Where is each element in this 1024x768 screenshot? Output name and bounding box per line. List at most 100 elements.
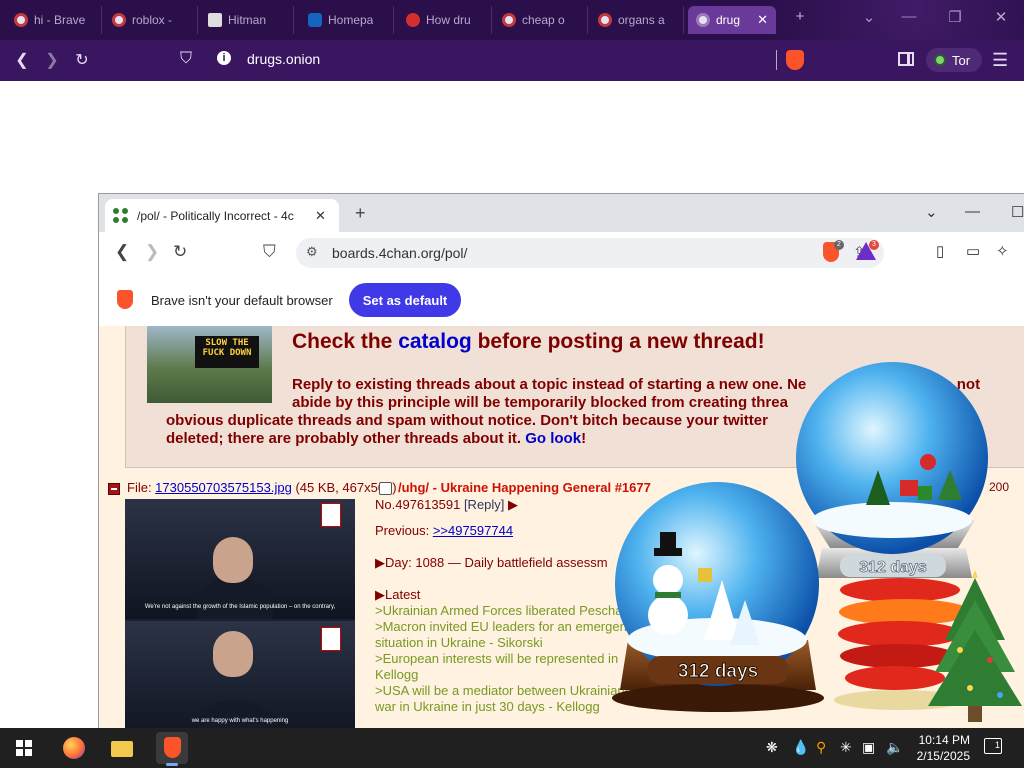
tab-label: drug: [716, 13, 741, 27]
post-thumbnail[interactable]: We're not against the growth of the Isla…: [125, 499, 355, 734]
volume-icon[interactable]: 🔈: [886, 739, 903, 756]
back-icon[interactable]: ❮: [115, 242, 129, 262]
tab-label: /pol/ - Politically Incorrect - 4c: [137, 208, 294, 223]
outer-tab-6[interactable]: cheap o: [494, 6, 588, 34]
brave-taskbar-icon[interactable]: [156, 732, 188, 766]
tor-onion-icon: [502, 13, 516, 27]
minimize-icon[interactable]: —: [897, 8, 921, 25]
close-tab-icon[interactable]: ✕: [757, 12, 768, 28]
reload-icon[interactable]: ↻: [71, 50, 93, 70]
c-logo-icon: [308, 13, 322, 27]
tab-label: cheap o: [522, 13, 565, 27]
tab-label: Hitman: [228, 13, 267, 27]
apple-icon: [406, 13, 420, 27]
post-date-fragment: 200: [989, 480, 1010, 494]
inner-tab-strip: /pol/ - Politically Incorrect - 4c ✕ + ⌄…: [99, 194, 1024, 232]
back-icon[interactable]: ❮: [11, 50, 33, 70]
leo-ai-icon[interactable]: ✧: [996, 242, 1009, 260]
go-look-link[interactable]: Go look: [525, 430, 581, 447]
tray-snowflake-icon[interactable]: ✳: [840, 739, 852, 756]
greentext-line: >Macron invited EU leaders for an emerge…: [375, 619, 627, 634]
inner-browser-window: /pol/ - Politically Incorrect - 4c ✕ + ⌄…: [98, 193, 1024, 735]
outer-tab-5[interactable]: How dru: [398, 6, 492, 34]
tor-icon: [934, 54, 946, 66]
restore-icon[interactable]: ❐: [943, 8, 967, 26]
sidebar-toggle-icon[interactable]: [898, 52, 914, 66]
notification-center-icon[interactable]: 1: [984, 738, 1002, 754]
outer-toolbar: ❮ ❯ ↻ ⛉: [0, 40, 1024, 81]
tor-label: Tor: [952, 52, 971, 68]
video-caption: we are happy with what's happening: [191, 718, 289, 724]
minimize-icon[interactable]: —: [965, 203, 980, 220]
clover-icon: [113, 207, 129, 224]
latest-heading: ▶Latest: [375, 587, 421, 602]
post-menu-arrow-icon[interactable]: ▶: [508, 497, 518, 512]
url-text: boards.4chan.org/pol/: [332, 245, 468, 261]
file-explorer-taskbar-icon[interactable]: [106, 732, 138, 764]
tab-label: roblox -: [132, 13, 173, 27]
hitman-icon: [208, 13, 222, 27]
tab-search-chevron-icon[interactable]: ⌄: [925, 203, 938, 221]
greentext-line: Kellogg: [375, 667, 419, 682]
board-notice: SLOW THE FUCK DOWN Check the catalog bef…: [125, 326, 1024, 468]
address-bar[interactable]: ⚙ boards.4chan.org/pol/ ⇪: [296, 238, 884, 268]
outer-tab-1[interactable]: hi - Brave: [6, 6, 102, 34]
maximize-icon[interactable]: ☐: [1011, 203, 1024, 221]
address-bar[interactable]: drugs.onion: [247, 51, 320, 67]
firefox-taskbar-icon[interactable]: [58, 732, 90, 764]
forward-icon[interactable]: ❯: [145, 242, 159, 262]
tab-label: organs a: [618, 13, 665, 27]
set-as-default-button[interactable]: Set as default: [349, 283, 461, 317]
thread-op: File: 1730550703575153.jpg (45 KB, 467x5…: [99, 473, 1024, 734]
outer-tab-strip: hi - Brave roblox - Hitman Homepa How dr…: [0, 0, 1024, 40]
tab-label: How dru: [426, 13, 471, 27]
outer-tab-7[interactable]: organs a: [590, 6, 684, 34]
file-link[interactable]: 1730550703575153.jpg: [155, 480, 292, 495]
rewards-badge: 3: [869, 240, 879, 250]
tab-search-chevron-icon[interactable]: ⌄: [857, 8, 881, 26]
post-checkbox[interactable]: [379, 482, 392, 495]
greentext-line: >USA will be a mediator between Ukrainia…: [375, 683, 657, 698]
tab-label: Homepa: [328, 13, 374, 27]
close-tab-icon[interactable]: ✕: [315, 208, 326, 224]
bookmark-icon[interactable]: ⛉: [263, 242, 276, 262]
tor-button[interactable]: Tor: [926, 48, 982, 72]
windows-start-icon[interactable]: [16, 740, 32, 756]
greentext-line: >Ukrainian Armed Forces liberated Pescha: [375, 603, 623, 618]
close-window-icon[interactable]: ✕: [989, 8, 1013, 26]
tab-label: hi - Brave: [34, 13, 86, 27]
bookmark-icon[interactable]: ⛉: [175, 50, 197, 68]
new-tab-icon[interactable]: +: [788, 8, 812, 25]
brave-shields-icon[interactable]: [786, 50, 804, 70]
network-icon[interactable]: ▣: [862, 739, 875, 756]
menu-icon[interactable]: ☰: [992, 50, 1008, 71]
outer-tab-4[interactable]: Homepa: [300, 6, 394, 34]
tray-search-icon[interactable]: ⚲: [816, 739, 826, 756]
sidebar-toggle-icon[interactable]: ▯: [936, 242, 944, 260]
wallet-icon[interactable]: ▭: [966, 242, 980, 260]
clock-time: 10:14 PM: [918, 733, 970, 747]
new-tab-icon[interactable]: +: [355, 203, 366, 224]
reload-icon[interactable]: ↻: [173, 242, 187, 262]
reply-link[interactable]: [Reply]: [464, 497, 504, 512]
tray-drop-icon[interactable]: 💧: [792, 739, 809, 756]
tor-onion-icon: [696, 13, 710, 27]
thread-subject: /uhg/ - Ukraine Happening General #1677: [398, 480, 651, 495]
greentext-line: war in Ukraine in just 30 days - Kellogg: [375, 699, 600, 714]
tor-onion-icon: [14, 13, 28, 27]
outer-tab-2[interactable]: roblox -: [104, 6, 198, 34]
greentext-line: >European interests will be represented …: [375, 651, 619, 666]
inner-tab-pol[interactable]: /pol/ - Politically Incorrect - 4c ✕: [105, 199, 339, 232]
tray-app-icon[interactable]: ❋: [766, 739, 778, 756]
previous-thread-link[interactable]: >>497597744: [433, 523, 513, 538]
outer-tab-active[interactable]: drug ✕: [688, 6, 776, 34]
system-clock[interactable]: 10:14 PM 2/15/2025: [910, 732, 970, 764]
outer-tab-3[interactable]: Hitman: [200, 6, 294, 34]
infobar-text: Brave isn't your default browser: [151, 293, 333, 308]
site-info-icon[interactable]: i: [217, 51, 231, 65]
hide-thread-icon[interactable]: [108, 483, 120, 495]
post-body: Previous: >>497597744 ▶Day: 1088 — Daily…: [375, 523, 1015, 715]
catalog-link[interactable]: catalog: [398, 330, 472, 353]
site-settings-icon[interactable]: ⚙: [306, 244, 318, 260]
forward-icon[interactable]: ❯: [41, 50, 63, 70]
